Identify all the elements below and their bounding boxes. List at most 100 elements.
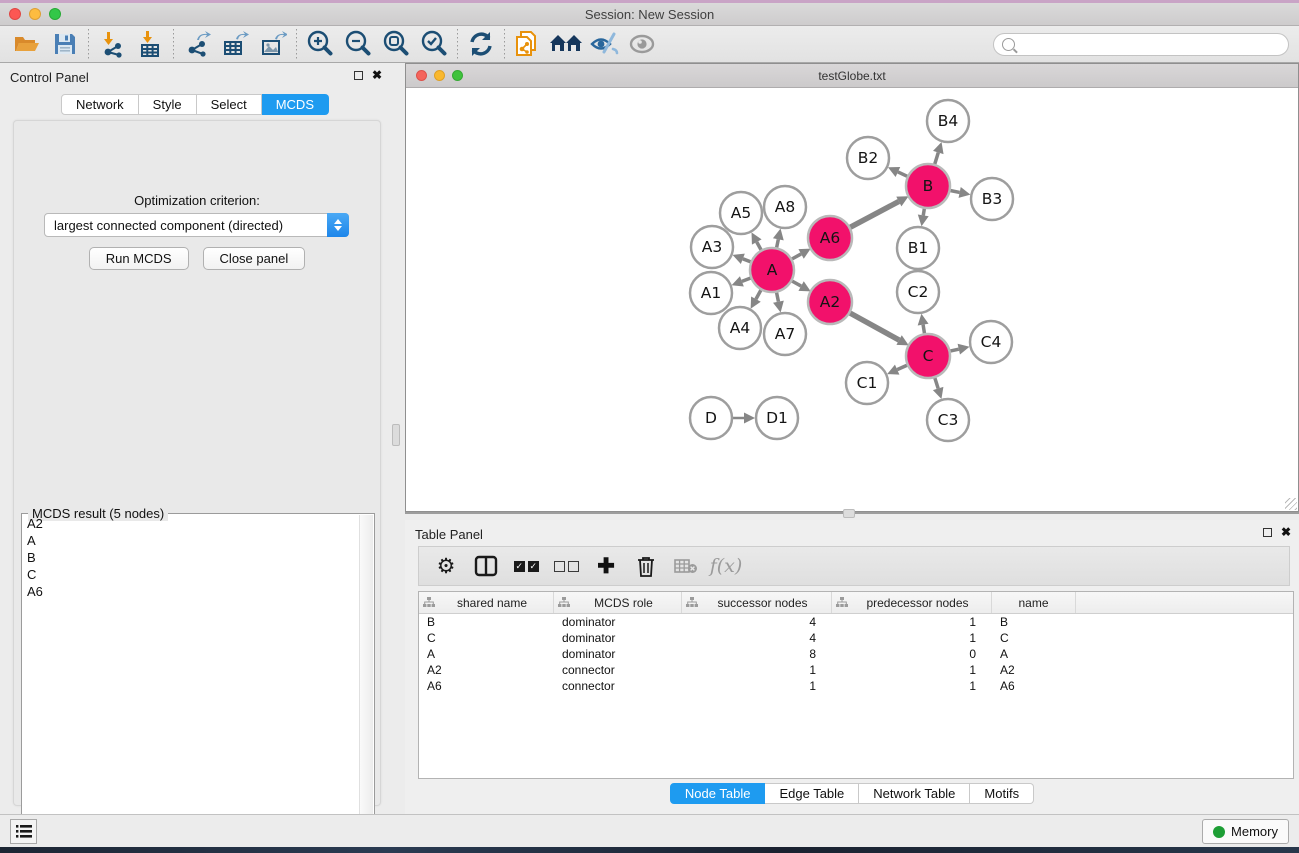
edge-B-B2[interactable]	[898, 172, 908, 177]
result-scrollbar[interactable]	[359, 515, 373, 851]
mcds-result-list[interactable]: A2ABCA6	[23, 515, 359, 851]
tab-motifs[interactable]: Motifs	[970, 783, 1034, 804]
run-mcds-button[interactable]: Run MCDS	[89, 247, 189, 270]
edge-A-A5[interactable]	[757, 242, 762, 251]
edge-A-A2[interactable]	[791, 281, 801, 286]
network-graph-canvas[interactable]: B4B2BB3A5A8A6A3AB1A1A2C2A4A7C4C1CDD1C3	[406, 89, 1298, 511]
edge-A-A4[interactable]	[756, 289, 761, 299]
node-B2[interactable]: B2	[847, 137, 889, 179]
edge-B-B3[interactable]	[950, 190, 960, 192]
edge-B-B4[interactable]	[934, 153, 938, 165]
memory-button[interactable]: Memory	[1202, 819, 1289, 844]
edge-A-A6[interactable]	[791, 254, 801, 259]
result-list-item[interactable]: A6	[23, 583, 359, 600]
deselect-all-rows-button[interactable]	[549, 550, 583, 582]
export-image-button[interactable]	[254, 28, 292, 60]
table-row[interactable]: Adominator80A	[419, 646, 1293, 662]
horizontal-split-grip[interactable]	[843, 509, 855, 518]
node-A4[interactable]: A4	[719, 307, 761, 349]
search-input[interactable]	[993, 33, 1289, 56]
select-all-rows-button[interactable]	[509, 550, 543, 582]
node-C1[interactable]: C1	[846, 362, 888, 404]
node-D1[interactable]: D1	[756, 397, 798, 439]
node-D[interactable]: D	[690, 397, 732, 439]
import-network-button[interactable]	[93, 28, 131, 60]
export-network-button[interactable]	[178, 28, 216, 60]
optimization-criterion-dropdown[interactable]: largest connected component (directed)	[44, 213, 349, 237]
node-C[interactable]: C	[906, 334, 950, 378]
minimize-window-button[interactable]	[29, 8, 41, 20]
minimize-network-button[interactable]	[434, 70, 445, 81]
node-A3[interactable]: A3	[691, 226, 733, 268]
node-A5[interactable]: A5	[720, 192, 762, 234]
zoom-fit-button[interactable]	[377, 28, 415, 60]
node-A[interactable]: A	[750, 248, 794, 292]
node-C4[interactable]: C4	[970, 321, 1012, 363]
import-table-button[interactable]	[131, 28, 169, 60]
node-A7[interactable]: A7	[764, 313, 806, 355]
tab-network[interactable]: Network	[61, 94, 139, 115]
edge-A-A3[interactable]	[743, 259, 752, 262]
show-all-button[interactable]	[623, 28, 661, 60]
node-B3[interactable]: B3	[971, 178, 1013, 220]
export-table-button[interactable]	[216, 28, 254, 60]
task-history-button[interactable]	[10, 819, 37, 844]
node-C3[interactable]: C3	[927, 399, 969, 441]
delete-rows-button[interactable]	[629, 550, 663, 582]
tab-mcds[interactable]: MCDS	[262, 94, 329, 115]
tab-node-table[interactable]: Node Table	[670, 783, 766, 804]
result-list-item[interactable]: A	[23, 532, 359, 549]
edge-A-A7[interactable]	[776, 292, 778, 302]
edge-A-A1[interactable]	[742, 278, 752, 282]
column-header-MCDS-role[interactable]: MCDS role	[554, 592, 682, 613]
tab-network-table[interactable]: Network Table	[859, 783, 970, 804]
close-window-button[interactable]	[9, 8, 21, 20]
table-row[interactable]: A6connector11A6	[419, 678, 1293, 694]
node-A1[interactable]: A1	[690, 272, 732, 314]
column-header-successor-nodes[interactable]: successor nodes	[682, 592, 832, 613]
zoom-in-button[interactable]	[301, 28, 339, 60]
edge-A6-B[interactable]	[849, 201, 898, 227]
node-table[interactable]: shared nameMCDS rolesuccessor nodesprede…	[418, 591, 1294, 779]
zoom-window-button[interactable]	[49, 8, 61, 20]
delete-table-button[interactable]	[669, 550, 703, 582]
table-options-button[interactable]: ⚙	[429, 550, 463, 582]
column-header-name[interactable]: name	[992, 592, 1076, 613]
node-B1[interactable]: B1	[897, 227, 939, 269]
tab-style[interactable]: Style	[139, 94, 197, 115]
edge-C-C3[interactable]	[935, 377, 939, 389]
close-table-panel-icon[interactable]: ✖	[1281, 527, 1291, 537]
close-panel-button[interactable]: Close panel	[203, 247, 306, 270]
node-B4[interactable]: B4	[927, 100, 969, 142]
column-header-predecessor-nodes[interactable]: predecessor nodes	[832, 592, 992, 613]
resize-grip-icon[interactable]	[1285, 498, 1297, 510]
table-row[interactable]: Cdominator41C	[419, 630, 1293, 646]
column-header-shared-name[interactable]: shared name	[419, 592, 554, 613]
edge-A2-C[interactable]	[849, 313, 899, 340]
node-A6[interactable]: A6	[808, 216, 852, 260]
edge-C-C2[interactable]	[923, 325, 925, 335]
vertical-split-grip[interactable]	[392, 424, 400, 446]
node-C2[interactable]: C2	[897, 271, 939, 313]
table-row[interactable]: Bdominator41B	[419, 614, 1293, 630]
result-list-item[interactable]: C	[23, 566, 359, 583]
close-panel-icon[interactable]: ✖	[372, 70, 382, 80]
close-network-button[interactable]	[416, 70, 427, 81]
refresh-view-button[interactable]	[462, 28, 500, 60]
node-B[interactable]: B	[906, 164, 950, 208]
float-panel-icon[interactable]	[354, 71, 363, 80]
zoom-out-button[interactable]	[339, 28, 377, 60]
zoom-network-button[interactable]	[452, 70, 463, 81]
function-builder-button[interactable]: f(x)	[709, 550, 743, 582]
new-network-from-selection-button[interactable]	[509, 28, 547, 60]
table-row[interactable]: A2connector11A2	[419, 662, 1293, 678]
open-session-button[interactable]	[8, 28, 46, 60]
edge-A-A8[interactable]	[776, 239, 778, 248]
show-columns-button[interactable]	[469, 550, 503, 582]
result-list-item[interactable]: A2	[23, 515, 359, 532]
first-neighbors-button[interactable]	[547, 28, 585, 60]
tab-select[interactable]: Select	[197, 94, 262, 115]
node-A2[interactable]: A2	[808, 280, 852, 324]
edge-C-C4[interactable]	[949, 349, 958, 351]
hide-selected-button[interactable]	[585, 28, 623, 60]
